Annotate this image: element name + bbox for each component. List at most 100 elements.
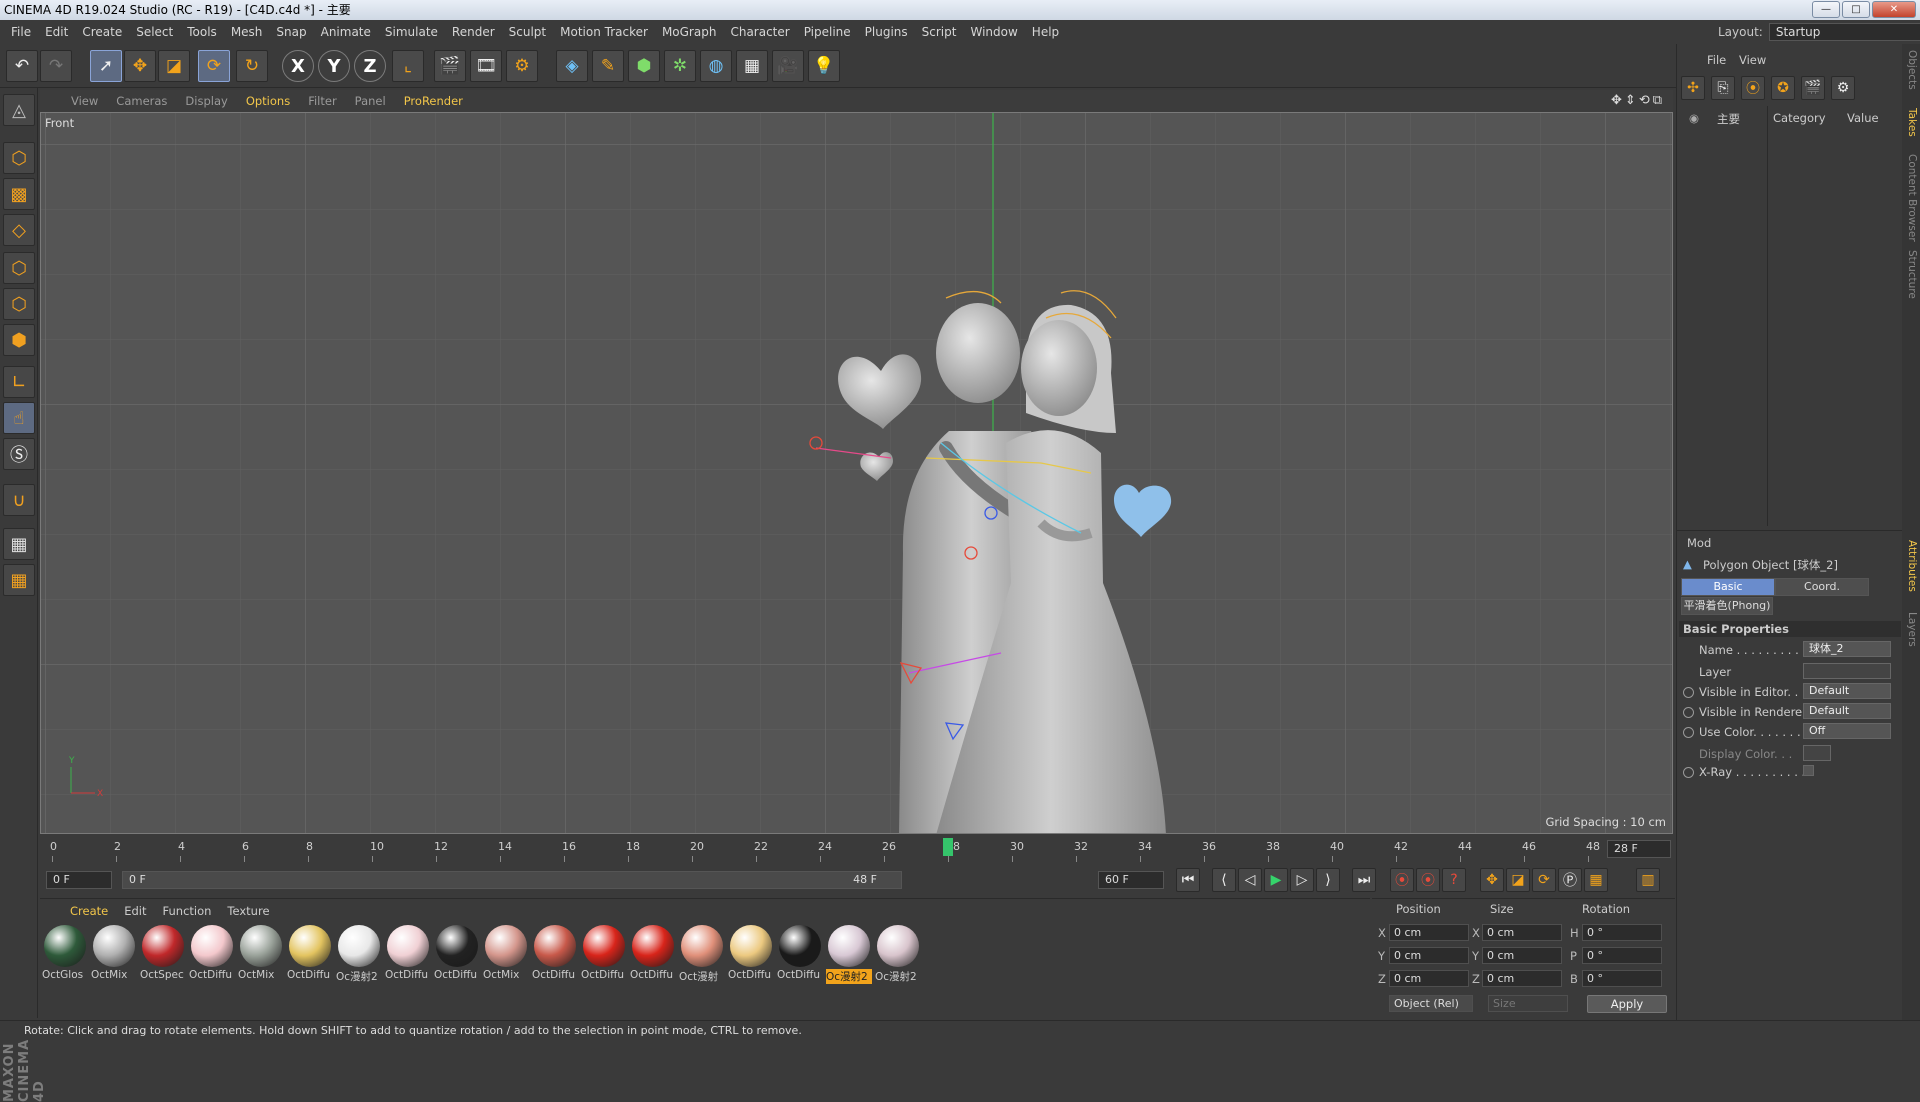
menu-snap[interactable]: Snap [269, 20, 313, 44]
tab-basic[interactable]: Basic [1681, 578, 1775, 596]
size-z-field[interactable]: 0 cm [1482, 970, 1562, 987]
size-mode-dropdown[interactable]: Size [1488, 995, 1568, 1012]
prop-x-ray-checkbox[interactable] [1803, 765, 1814, 776]
auto-take-icon[interactable]: ✪ [1771, 76, 1795, 100]
prop-display-color-swatch[interactable] [1803, 745, 1831, 761]
render-take-icon[interactable]: 🎬 [1801, 76, 1825, 100]
close-button[interactable]: ✕ [1872, 1, 1916, 18]
magnet-icon[interactable]: ∪ [3, 484, 35, 516]
rot-b-field[interactable]: 0 ° [1582, 970, 1662, 987]
axis-mode-icon[interactable]: ∟ [3, 366, 35, 398]
key-parameter-icon[interactable]: Ⓟ [1558, 868, 1582, 892]
pen-icon[interactable]: ✎ [592, 50, 624, 82]
prop-visible-renderer-dropdown[interactable]: Default [1803, 703, 1891, 719]
side-tab-content-browser[interactable]: Content Browser [1906, 154, 1918, 242]
rotate-icon[interactable]: ⟳ [198, 50, 230, 82]
range-slider[interactable]: 0 F 48 F [122, 871, 902, 889]
menu-animate[interactable]: Animate [314, 20, 378, 44]
edges-mode-icon[interactable]: ⬡ [3, 288, 35, 320]
snap-icon[interactable]: Ⓢ [3, 438, 35, 470]
menu-create[interactable]: Create [75, 20, 129, 44]
edit-render-settings-icon[interactable]: ⚙ [506, 50, 538, 82]
menu-mesh[interactable]: Mesh [224, 20, 270, 44]
key-scale-icon[interactable]: ◪ [1506, 868, 1530, 892]
next-frame-icon[interactable]: ▷ [1290, 868, 1314, 892]
material-item[interactable]: Oc漫射2 [826, 923, 872, 987]
x-ray-radio[interactable] [1683, 767, 1694, 778]
material-item[interactable]: OctDiffu [532, 923, 578, 987]
menu-window[interactable]: Window [963, 20, 1024, 44]
prop-visible-editor-dropdown[interactable]: Default [1803, 683, 1891, 699]
viewport-front[interactable]: Y X Front Grid Spacing : 10 cm [40, 112, 1673, 834]
material-menu-create[interactable]: Create [62, 904, 116, 918]
material-item[interactable]: OctDiffu [581, 923, 627, 987]
menu-sculpt[interactable]: Sculpt [502, 20, 553, 44]
viewport-menu-prorender[interactable]: ProRender [395, 94, 472, 108]
menu-plugins[interactable]: Plugins [858, 20, 915, 44]
menu-help[interactable]: Help [1025, 20, 1066, 44]
menu-mograph[interactable]: MoGraph [655, 20, 724, 44]
override-icon[interactable]: ⦿ [1741, 76, 1765, 100]
attributes-mode-menu[interactable]: Mod [1687, 536, 1711, 550]
material-item[interactable]: OctDiffu [287, 923, 333, 987]
make-editable-icon[interactable]: ◬ [3, 94, 35, 126]
viewport-menu-filter[interactable]: Filter [299, 94, 345, 108]
model-mode-icon[interactable]: ⬡ [3, 142, 35, 174]
subdivision-icon[interactable]: ⬢ [628, 50, 660, 82]
viewport-menu-panel[interactable]: Panel [346, 94, 395, 108]
texture-mode-icon[interactable]: ▩ [3, 178, 35, 210]
tab-phong[interactable]: 平滑着色(Phong) [1681, 597, 1773, 615]
menu-simulate[interactable]: Simulate [378, 20, 445, 44]
viewport-menu-display[interactable]: Display [176, 94, 236, 108]
key-pla-icon[interactable]: ▦ [1584, 868, 1608, 892]
material-item[interactable]: OctDiffu [385, 923, 431, 987]
takes-clone-icon[interactable]: ⎘ [1711, 76, 1735, 100]
use-color-radio[interactable] [1683, 727, 1694, 738]
move-icon[interactable]: ✥ [124, 50, 156, 82]
material-item[interactable]: OctMix [91, 923, 137, 987]
tweak-mode-icon[interactable]: ☝ [3, 402, 35, 434]
layout-dropdown[interactable]: Startup [1768, 23, 1920, 41]
planar-workplane-icon[interactable]: ▦ [3, 564, 35, 596]
end-frame-field[interactable]: 60 F [1098, 871, 1164, 889]
previous-key-icon[interactable]: ⟨ [1212, 868, 1236, 892]
x-axis-icon[interactable]: X [282, 50, 314, 82]
material-item[interactable]: Oct漫射 [679, 923, 725, 987]
current-frame-field[interactable]: 28 F [1607, 840, 1671, 858]
material-item[interactable]: OctSpec [140, 923, 186, 987]
visible-renderer-radio[interactable] [1683, 707, 1694, 718]
visible-editor-radio[interactable] [1683, 687, 1694, 698]
polygons-mode-icon[interactable]: ⬢ [3, 324, 35, 356]
objects-menu-file[interactable]: File [1707, 53, 1726, 67]
next-key-icon[interactable]: ⟩ [1316, 868, 1340, 892]
y-axis-icon[interactable]: Y [318, 50, 350, 82]
workplane-mode-icon[interactable]: ◇ [3, 214, 35, 246]
key-position-icon[interactable]: ✥ [1480, 868, 1504, 892]
start-frame-field[interactable]: 0 F [46, 871, 112, 889]
pos-y-field[interactable]: 0 cm [1389, 947, 1469, 964]
camera-icon[interactable]: 🎥 [772, 50, 804, 82]
redo-icon[interactable]: ↷ [40, 50, 72, 82]
goto-end-icon[interactable]: ⏭ [1352, 868, 1376, 892]
objects-menu-view[interactable]: View [1739, 53, 1766, 67]
record-icon[interactable]: ⦿ [1390, 868, 1414, 892]
tab-coord[interactable]: Coord. [1775, 578, 1869, 596]
material-item[interactable]: OctMix [238, 923, 284, 987]
size-x-field[interactable]: 0 cm [1482, 924, 1562, 941]
material-menu-texture[interactable]: Texture [219, 904, 277, 918]
prop-use-color-dropdown[interactable]: Off [1803, 723, 1891, 739]
material-item[interactable]: OctMix [483, 923, 529, 987]
cube-icon[interactable]: ◈ [556, 50, 588, 82]
undo-icon[interactable]: ↶ [6, 50, 38, 82]
lock-take-icon[interactable]: ⚙ [1831, 76, 1855, 100]
viewport-navigation-icons[interactable]: ✥⇕⟲⧉ [1611, 93, 1665, 108]
material-item[interactable]: Oc漫射2 [336, 923, 382, 987]
side-tab-layers[interactable]: Layers [1906, 612, 1918, 647]
pos-x-field[interactable]: 0 cm [1389, 924, 1469, 941]
coordinate-system-icon[interactable]: ⌞ [392, 50, 424, 82]
material-item[interactable]: Oc漫射2 [875, 923, 921, 987]
viewport-menu-cameras[interactable]: Cameras [107, 94, 176, 108]
points-mode-icon[interactable]: ⬡ [3, 252, 35, 284]
menu-render[interactable]: Render [445, 20, 502, 44]
material-item[interactable]: OctGlos [42, 923, 88, 987]
